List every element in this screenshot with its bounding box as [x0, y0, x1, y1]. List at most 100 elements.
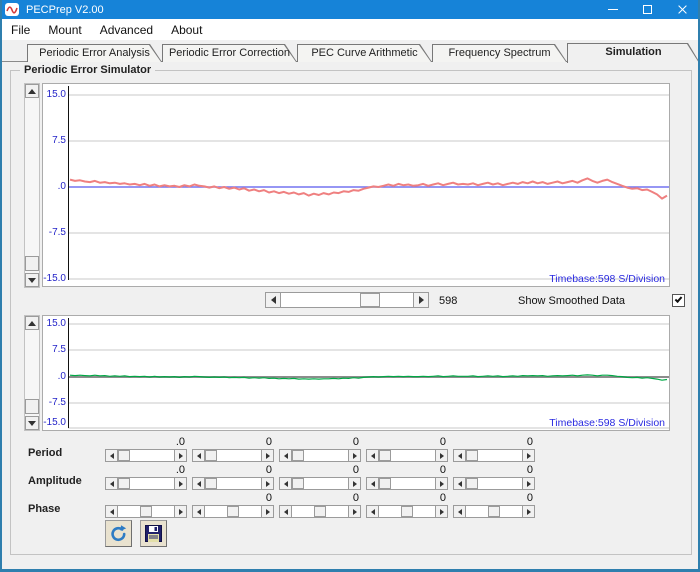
slider-thumb[interactable]: [379, 450, 391, 461]
slider-track[interactable]: [292, 449, 348, 462]
slider-track[interactable]: [292, 477, 348, 490]
slider-track[interactable]: [205, 477, 261, 490]
scrollbar-thumb[interactable]: [360, 293, 380, 307]
show-smoothed-data-checkbox[interactable]: [672, 294, 685, 307]
slider-right-button[interactable]: [348, 449, 361, 462]
scroll-right-button[interactable]: [413, 292, 429, 308]
phase-slider-4[interactable]: 0: [366, 505, 448, 518]
slider-thumb[interactable]: [314, 506, 326, 517]
slider-track[interactable]: [466, 449, 522, 462]
slider-thumb[interactable]: [205, 450, 217, 461]
period-slider-4[interactable]: 0: [366, 449, 448, 462]
slider-thumb[interactable]: [118, 478, 130, 489]
position-scrollbar[interactable]: [265, 292, 429, 308]
slider-left-button[interactable]: [453, 449, 466, 462]
slider-left-button[interactable]: [279, 477, 292, 490]
scroll-up-button[interactable]: [25, 316, 39, 330]
slider-thumb[interactable]: [466, 478, 478, 489]
slider-right-button[interactable]: [261, 449, 274, 462]
slider-left-button[interactable]: [279, 449, 292, 462]
close-button[interactable]: [665, 0, 700, 19]
slider-track[interactable]: [379, 449, 435, 462]
slider-right-button[interactable]: [261, 477, 274, 490]
top-chart-vertical-scrollbar[interactable]: [24, 83, 40, 288]
slider-left-button[interactable]: [105, 449, 118, 462]
tab-periodic-error-correction[interactable]: Periodic Error Correction: [162, 44, 297, 62]
amplitude-slider-1[interactable]: .0: [105, 477, 187, 490]
slider-left-button[interactable]: [192, 505, 205, 518]
scroll-left-button[interactable]: [265, 292, 281, 308]
amplitude-slider-2[interactable]: 0: [192, 477, 274, 490]
scrollbar-track[interactable]: [281, 292, 413, 308]
slider-track[interactable]: [466, 477, 522, 490]
slider-track[interactable]: [118, 449, 174, 462]
slider-right-button[interactable]: [522, 505, 535, 518]
scroll-down-button[interactable]: [25, 416, 39, 430]
slider-right-button[interactable]: [522, 477, 535, 490]
slider-right-button[interactable]: [435, 505, 448, 518]
phase-slider-3[interactable]: 0: [279, 505, 361, 518]
tab-periodic-error-analysis[interactable]: Periodic Error Analysis: [27, 44, 162, 62]
slider-right-button[interactable]: [348, 477, 361, 490]
scrollbar-thumb[interactable]: [25, 399, 39, 414]
slider-thumb[interactable]: [292, 450, 304, 461]
slider-right-button[interactable]: [435, 449, 448, 462]
slider-right-button[interactable]: [174, 477, 187, 490]
scroll-up-button[interactable]: [25, 84, 39, 98]
slider-thumb[interactable]: [292, 478, 304, 489]
maximize-button[interactable]: [630, 0, 665, 19]
period-slider-2[interactable]: 0: [192, 449, 274, 462]
slider-right-button[interactable]: [348, 505, 361, 518]
slider-right-button[interactable]: [174, 449, 187, 462]
menu-file[interactable]: File: [2, 21, 39, 39]
slider-right-button[interactable]: [174, 505, 187, 518]
amplitude-slider-3[interactable]: 0: [279, 477, 361, 490]
slider-left-button[interactable]: [366, 505, 379, 518]
slider-thumb[interactable]: [140, 506, 152, 517]
slider-thumb[interactable]: [466, 450, 478, 461]
slider-track[interactable]: [205, 505, 261, 518]
tab-frequency-spectrum[interactable]: Frequency Spectrum: [432, 44, 567, 62]
slider-thumb[interactable]: [118, 450, 130, 461]
period-slider-3[interactable]: 0: [279, 449, 361, 462]
tab-simulation[interactable]: Simulation: [567, 43, 700, 63]
slider-thumb[interactable]: [488, 506, 500, 517]
slider-thumb[interactable]: [205, 478, 217, 489]
scrollbar-thumb[interactable]: [25, 256, 39, 271]
save-button[interactable]: [140, 520, 167, 547]
slider-thumb[interactable]: [379, 478, 391, 489]
slider-track[interactable]: [379, 477, 435, 490]
slider-left-button[interactable]: [192, 477, 205, 490]
menu-mount[interactable]: Mount: [39, 21, 90, 39]
phase-slider-5[interactable]: 0: [453, 505, 535, 518]
period-slider-1[interactable]: .0: [105, 449, 187, 462]
phase-slider-2[interactable]: 0: [192, 505, 274, 518]
slider-thumb[interactable]: [401, 506, 413, 517]
slider-right-button[interactable]: [522, 449, 535, 462]
amplitude-slider-5[interactable]: 0: [453, 477, 535, 490]
slider-left-button[interactable]: [105, 477, 118, 490]
slider-track[interactable]: [205, 449, 261, 462]
minimize-button[interactable]: [595, 0, 630, 19]
slider-thumb[interactable]: [227, 506, 239, 517]
slider-track[interactable]: [379, 505, 435, 518]
bottom-chart-vertical-scrollbar[interactable]: [24, 315, 40, 431]
menu-advanced[interactable]: Advanced: [91, 21, 162, 39]
slider-left-button[interactable]: [366, 477, 379, 490]
slider-left-button[interactable]: [279, 505, 292, 518]
slider-track[interactable]: [118, 505, 174, 518]
slider-left-button[interactable]: [453, 505, 466, 518]
slider-left-button[interactable]: [192, 449, 205, 462]
slider-left-button[interactable]: [366, 449, 379, 462]
slider-left-button[interactable]: [105, 505, 118, 518]
slider-left-button[interactable]: [453, 477, 466, 490]
period-slider-5[interactable]: 0: [453, 449, 535, 462]
refresh-button[interactable]: [105, 520, 132, 547]
slider-track[interactable]: [466, 505, 522, 518]
menu-about[interactable]: About: [162, 21, 211, 39]
tab-pec-curve-arithmetic[interactable]: PEC Curve Arithmetic: [297, 44, 432, 62]
amplitude-slider-4[interactable]: 0: [366, 477, 448, 490]
slider-track[interactable]: [118, 477, 174, 490]
scroll-down-button[interactable]: [25, 273, 39, 287]
slider-right-button[interactable]: [261, 505, 274, 518]
